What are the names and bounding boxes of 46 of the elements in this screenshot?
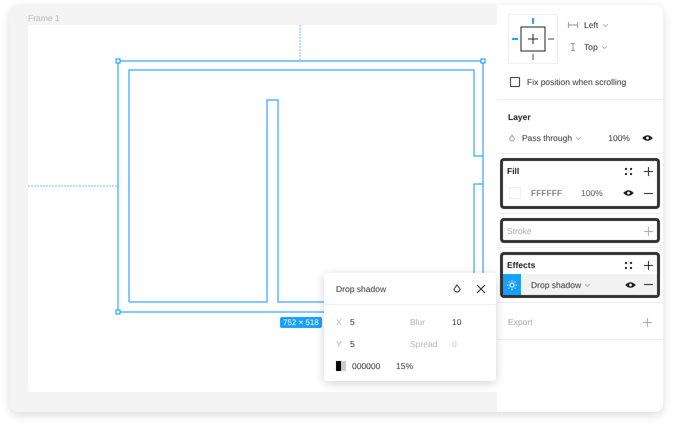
drop-icon <box>508 134 516 142</box>
input-field[interactable]: 10 <box>452 317 482 327</box>
field-label: Blur <box>410 317 426 327</box>
input-field[interactable]: 5 <box>350 339 380 349</box>
size-badge: 752 × 518 <box>280 317 322 328</box>
blend-dropdown[interactable]: Pass through <box>522 133 582 143</box>
eye-icon[interactable] <box>642 134 653 142</box>
checkbox-label: Fix position when scrolling <box>527 77 626 87</box>
vertical-dropdown[interactable]: Top <box>584 42 608 52</box>
caret-icon <box>602 24 608 28</box>
field-label: Y <box>336 339 343 349</box>
field-label: Spread <box>410 339 438 349</box>
caret-icon <box>602 46 608 50</box>
caret-icon <box>576 137 582 140</box>
eye-icon[interactable] <box>625 280 636 288</box>
color-swatch[interactable] <box>336 361 346 371</box>
eye-icon[interactable] <box>623 189 634 197</box>
styles-icon[interactable] <box>625 168 632 174</box>
constraint-widget[interactable] <box>508 14 558 64</box>
color-hex[interactable]: FFFFFF <box>531 188 571 198</box>
caret-icon <box>585 284 590 287</box>
sun-icon[interactable] <box>503 274 521 295</box>
checkbox[interactable] <box>510 77 520 87</box>
styles-icon[interactable] <box>625 262 632 268</box>
section-title: Stroke <box>507 226 533 236</box>
section-title: Export <box>508 317 533 327</box>
add-icon[interactable] <box>644 166 653 176</box>
opacity-value[interactable]: 100% <box>581 188 613 198</box>
input-field[interactable]: 5 <box>350 317 380 327</box>
section-title: Effects <box>507 260 536 270</box>
color-hex[interactable]: 000000 <box>352 361 390 371</box>
opacity-value[interactable]: 100% <box>608 133 630 143</box>
horizontal-dropdown[interactable]: Left <box>584 20 608 30</box>
add-icon[interactable] <box>644 260 653 270</box>
effect-dropdown[interactable]: Drop shadow <box>531 280 590 290</box>
popup-title: Drop shadow <box>336 284 388 294</box>
section-title: Fill <box>507 166 520 176</box>
field-label: X <box>336 317 343 327</box>
opacity-value[interactable]: 15% <box>396 361 434 371</box>
width-icon <box>568 22 578 28</box>
drop-icon[interactable] <box>452 284 462 294</box>
effect-row[interactable]: Drop shadow <box>503 274 657 295</box>
frame-label: Frame 1 <box>28 13 61 25</box>
section-title: Layer <box>508 112 532 122</box>
height-icon <box>568 43 578 51</box>
close-icon[interactable] <box>476 284 486 294</box>
